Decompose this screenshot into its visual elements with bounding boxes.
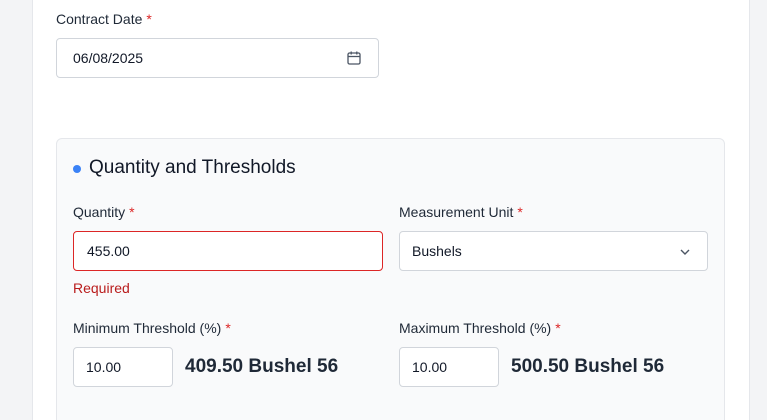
required-mark: * [146, 11, 152, 27]
section-bullet-icon [73, 165, 81, 173]
required-mark: * [517, 204, 523, 220]
min-threshold-label: Minimum Threshold (%) * [73, 320, 231, 336]
calendar-icon[interactable] [346, 50, 362, 66]
chevron-down-icon [680, 249, 690, 255]
contract-date-value: 06/08/2025 [73, 50, 144, 66]
quantity-value: 455.00 [87, 243, 130, 259]
required-mark: * [555, 320, 561, 336]
max-threshold-computed: 500.50 Bushel 56 [511, 356, 665, 377]
min-threshold-label-text: Minimum Threshold (%) [73, 320, 222, 336]
required-mark: * [225, 320, 231, 336]
max-threshold-label-text: Maximum Threshold (%) [399, 320, 552, 336]
contract-date-input[interactable]: 06/08/2025 [56, 38, 379, 78]
quantity-input[interactable]: 455.00 [73, 231, 383, 271]
min-threshold-input[interactable]: 10.00 [73, 347, 173, 387]
section-title: Quantity and Thresholds [89, 157, 296, 178]
contract-date-label: Contract Date * [56, 11, 152, 27]
measurement-unit-value: Bushels [412, 243, 462, 259]
contract-date-label-text: Contract Date [56, 11, 143, 27]
quantity-label: Quantity * [73, 204, 135, 220]
quantity-error-text: Required [73, 280, 130, 296]
min-threshold-value: 10.00 [86, 359, 122, 375]
quantity-label-text: Quantity [73, 204, 126, 220]
measurement-unit-select[interactable]: Bushels [399, 231, 708, 271]
max-threshold-input[interactable]: 10.00 [399, 347, 499, 387]
min-threshold-computed: 409.50 Bushel 56 [185, 356, 339, 377]
max-threshold-label: Maximum Threshold (%) * [399, 320, 561, 336]
required-mark: * [129, 204, 135, 220]
measurement-unit-label-text: Measurement Unit [399, 204, 514, 220]
max-threshold-value: 10.00 [412, 359, 448, 375]
measurement-unit-label: Measurement Unit * [399, 204, 523, 220]
